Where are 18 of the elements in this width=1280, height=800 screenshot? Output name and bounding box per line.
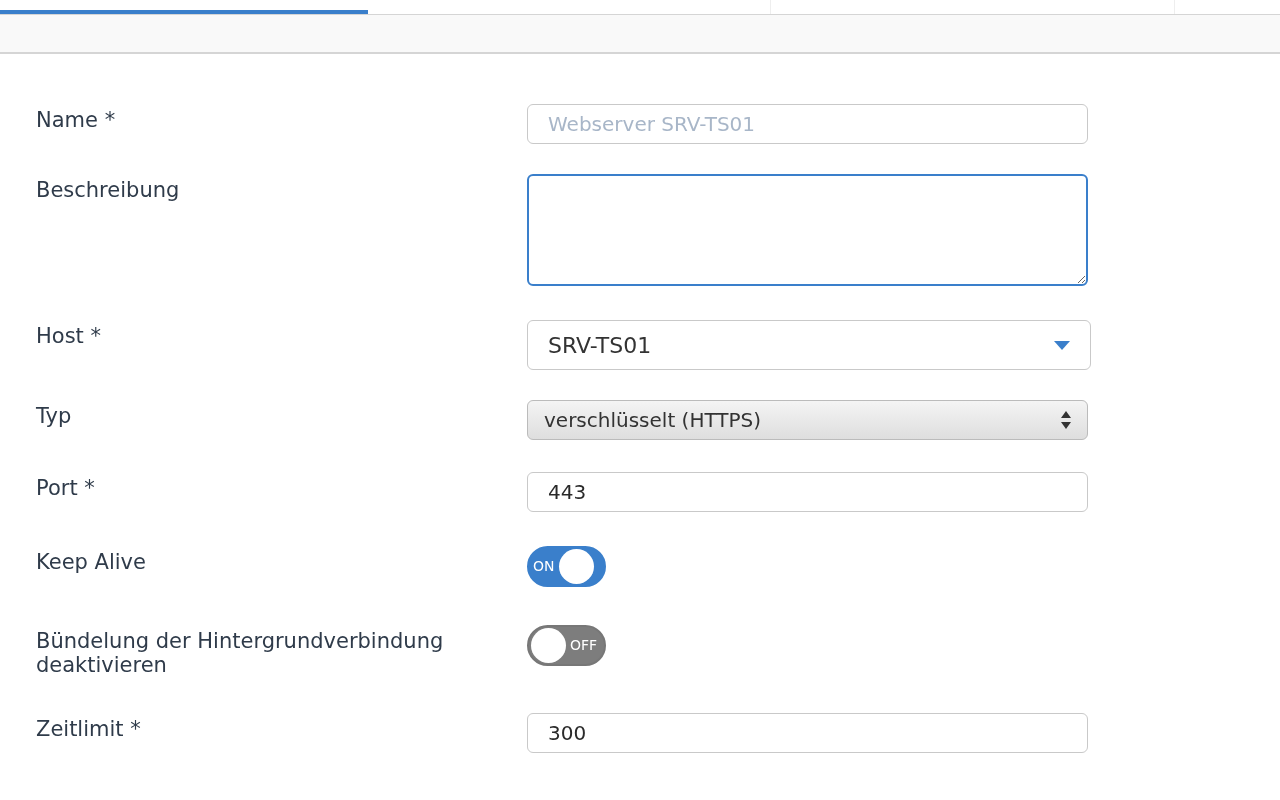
input-field[interactable]: 443 <box>527 472 1088 512</box>
caret-icon <box>1054 340 1070 350</box>
field-label: Beschreibung <box>36 177 181 202</box>
host-dropdown[interactable]: SRV-TS01 <box>527 320 1091 370</box>
field-label: Keep Alive <box>36 549 147 574</box>
text-area[interactable] <box>527 174 1088 286</box>
field-label: Port * <box>36 475 96 500</box>
field-label: Name * <box>36 107 117 132</box>
toggle-switch[interactable]: ON <box>527 546 606 587</box>
input-field[interactable]: Webserver SRV-TS01 <box>527 104 1088 144</box>
field-label: Zeitlimit * <box>36 716 142 741</box>
updown-arrow-icon <box>1061 411 1071 429</box>
field-label: Bündelung der Hintergrundverbindung deaktivieren <box>36 628 445 677</box>
field-label: Typ <box>36 403 73 428</box>
type-select[interactable]: verschlüsselt (HTTPS) <box>527 400 1088 440</box>
input-field[interactable]: 300 <box>527 713 1088 753</box>
field-label: Host * <box>36 323 102 348</box>
toggle-switch[interactable]: OFF <box>527 625 606 666</box>
